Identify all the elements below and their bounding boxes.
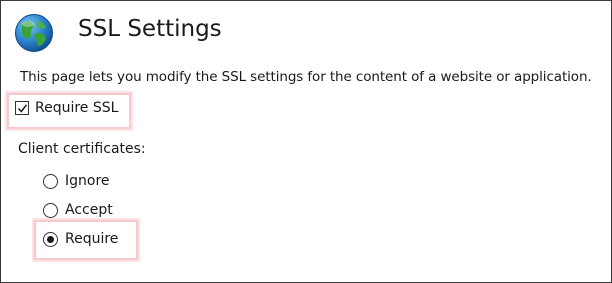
globe-icon bbox=[15, 14, 53, 52]
require-label: Require bbox=[65, 231, 119, 247]
checkmark-icon bbox=[17, 104, 28, 113]
accept-radio[interactable] bbox=[43, 202, 58, 218]
ignore-label: Ignore bbox=[65, 173, 110, 189]
ignore-radio[interactable] bbox=[43, 173, 58, 189]
accept-label: Accept bbox=[65, 202, 113, 218]
client-cert-option-accept[interactable]: Accept bbox=[43, 200, 113, 220]
client-cert-option-ignore[interactable]: Ignore bbox=[43, 171, 110, 191]
ssl-settings-panel: SSL Settings This page lets you modify t… bbox=[0, 0, 612, 283]
require-ssl-label: Require SSL bbox=[35, 100, 119, 116]
client-cert-option-require[interactable]: Require bbox=[43, 229, 118, 249]
page-description: This page lets you modify the SSL settin… bbox=[20, 69, 592, 85]
require-ssl-checkbox[interactable] bbox=[15, 101, 29, 115]
require-radio[interactable] bbox=[43, 231, 58, 247]
client-certificates-label: Client certificates: bbox=[18, 141, 146, 157]
require-ssl-option[interactable]: Require SSL bbox=[15, 98, 118, 118]
page-title: SSL Settings bbox=[78, 16, 222, 42]
